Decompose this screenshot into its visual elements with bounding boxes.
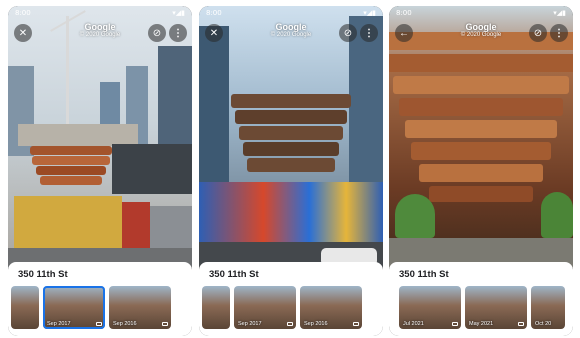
signal-battery-icon: ▾◢▮ [553,9,566,17]
timeline-thumbnails: Sep 2017 Sep 2016 [11,286,171,329]
status-time: 8:00 [15,9,31,17]
timeline-thumbnail[interactable]: Sep 2016 [300,286,362,329]
street-view-screen-2: 8:00 ▾◢▮ Google © 2020 Google ✕ ⊘ ⋮ 350 … [199,6,383,336]
compass-icon: ⊘ [343,27,353,39]
back-arrow-icon: ← [399,27,409,39]
compass-button[interactable]: ⊘ [529,24,547,42]
more-vert-icon: ⋮ [173,27,183,39]
status-time: 8:00 [396,9,412,17]
timeline-thumbnail[interactable] [11,286,39,329]
street-view-panorama[interactable] [8,6,192,268]
compass-icon: ⊘ [152,27,162,39]
street-view-screen-3: 8:00 ▾◢▮ Google © 2020 Google ← ⊘ ⋮ 350 … [389,6,573,336]
camera-icon [518,322,524,326]
status-time: 8:00 [206,9,222,17]
camera-icon [287,322,293,326]
status-bar: 8:00 ▾◢▮ [389,6,573,20]
more-options-button[interactable]: ⋮ [169,24,187,42]
thumbnail-date: Sep 2017 [47,321,71,327]
camera-icon [96,322,102,326]
close-button[interactable]: ✕ [205,24,223,42]
close-icon: ✕ [209,27,219,39]
more-vert-icon: ⋮ [364,27,374,39]
thumbnail-date: Jul 2021 [403,321,424,327]
timeline-thumbnail[interactable]: Sep 2016 [109,286,171,329]
thumbnail-date: May 2021 [469,321,494,327]
address-title: 350 11th St [18,269,68,280]
camera-icon [353,322,359,326]
more-options-button[interactable]: ⋮ [360,24,378,42]
bottom-sheet: 350 11th St Sep 2017 Sep 2016 [199,262,383,336]
bottom-sheet: 350 11th St Jul 2021 May 2021 Oct 20 [389,262,573,336]
more-options-button[interactable]: ⋮ [550,24,568,42]
thumbnail-date: Oct 20 [535,321,552,327]
timeline-thumbnails: Jul 2021 May 2021 Oct 20 [399,286,565,329]
compass-icon: ⊘ [533,27,543,39]
timeline-thumbnails: Sep 2017 Sep 2016 [202,286,362,329]
signal-battery-icon: ▾◢▮ [172,9,185,17]
compass-button[interactable]: ⊘ [148,24,166,42]
timeline-thumbnail[interactable] [202,286,230,329]
compass-button[interactable]: ⊘ [339,24,357,42]
status-bar: 8:00 ▾◢▮ [199,6,383,20]
address-title: 350 11th St [209,269,259,280]
timeline-thumbnail[interactable]: Sep 2017 [234,286,296,329]
bottom-sheet: 350 11th St Sep 2017 Sep 2016 [8,262,192,336]
timeline-thumbnail[interactable]: May 2021 [465,286,527,329]
street-view-screen-1: 8:00 ▾◢▮ Google © 2020 Google ✕ ⊘ ⋮ 350 … [8,6,192,336]
thumbnail-date: Sep 2016 [304,321,328,327]
back-button[interactable]: ← [395,24,413,42]
camera-icon [162,322,168,326]
signal-battery-icon: ▾◢▮ [363,9,376,17]
close-button[interactable]: ✕ [14,24,32,42]
timeline-thumbnail-selected[interactable]: Sep 2017 [43,286,105,329]
more-vert-icon: ⋮ [554,27,564,39]
thumbnail-date: Sep 2016 [113,321,137,327]
thumbnail-date: Sep 2017 [238,321,262,327]
close-icon: ✕ [18,27,28,39]
street-view-panorama[interactable] [389,6,573,268]
street-view-panorama[interactable] [199,6,383,268]
status-bar: 8:00 ▾◢▮ [8,6,192,20]
camera-icon [452,322,458,326]
address-title: 350 11th St [399,269,449,280]
timeline-thumbnail[interactable]: Oct 20 [531,286,565,329]
timeline-thumbnail[interactable]: Jul 2021 [399,286,461,329]
